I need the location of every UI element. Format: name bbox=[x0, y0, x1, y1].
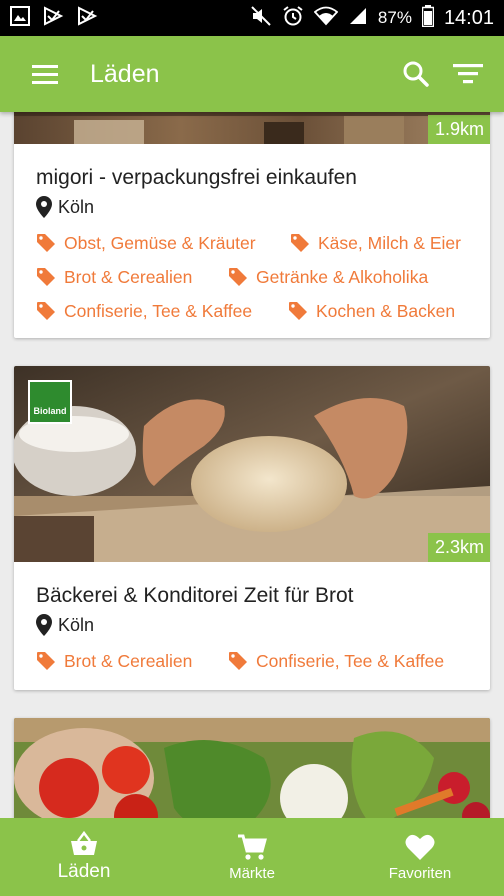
category-tag[interactable]: Brot & Cerealien bbox=[36, 260, 228, 294]
bioland-badge: Bioland bbox=[28, 380, 72, 424]
store-image: 1.9km bbox=[14, 112, 490, 144]
hamburger-menu-icon bbox=[32, 65, 58, 84]
signal-icon bbox=[348, 6, 368, 31]
bioland-logo: Bioland bbox=[30, 382, 70, 422]
nav-label: Läden bbox=[57, 861, 111, 882]
category-tag-label: Confiserie, Tee & Kaffee bbox=[256, 650, 445, 671]
status-bar: 87% 14:01 bbox=[0, 0, 504, 36]
shopping-cart-icon bbox=[238, 834, 267, 860]
tag-icon bbox=[291, 234, 309, 252]
wifi-icon bbox=[313, 6, 339, 31]
tag-icon bbox=[37, 268, 55, 286]
store-city: Köln bbox=[58, 196, 95, 217]
location-pin-icon bbox=[36, 196, 52, 218]
search-icon bbox=[403, 61, 429, 87]
category-tag-label: Brot & Cerealien bbox=[64, 266, 193, 287]
play-notification-icon bbox=[76, 5, 98, 31]
clock: 14:01 bbox=[443, 6, 494, 29]
filter-icon bbox=[453, 64, 483, 84]
category-tag[interactable]: Confiserie, Tee & Kaffee bbox=[36, 294, 288, 328]
tag-icon bbox=[37, 234, 55, 252]
battery-icon bbox=[421, 4, 435, 32]
category-tag-label: Kochen & Backen bbox=[316, 300, 456, 321]
location-pin-icon bbox=[36, 614, 52, 636]
nav-label: Favoriten bbox=[388, 864, 452, 882]
tag-icon bbox=[289, 302, 307, 320]
category-tag[interactable]: Kochen & Backen bbox=[288, 294, 455, 328]
nav-item-laeden[interactable]: Läden bbox=[0, 818, 168, 896]
store-city: Köln bbox=[58, 614, 95, 635]
battery-percent: 87% bbox=[377, 8, 412, 27]
heart-icon bbox=[405, 834, 435, 860]
category-tag-label: Confiserie, Tee & Kaffee bbox=[64, 300, 253, 321]
distance-badge: 2.3km bbox=[427, 533, 490, 562]
category-tag-label: Brot & Cerealien bbox=[64, 650, 193, 671]
store-name: migori - verpackungsfrei einkaufen bbox=[36, 166, 357, 189]
play-notification-icon bbox=[42, 5, 64, 31]
category-tags: Obst, Gemüse & Kräuter Käse, Milch & Eie… bbox=[36, 226, 468, 328]
filter-button[interactable] bbox=[442, 36, 494, 112]
category-tag[interactable]: Brot & Cerealien bbox=[36, 644, 228, 678]
tag-icon bbox=[229, 268, 247, 286]
category-tag-label: Käse, Milch & Eier bbox=[318, 232, 461, 253]
mute-icon bbox=[250, 5, 272, 32]
nav-item-favoriten[interactable]: Favoriten bbox=[336, 818, 504, 896]
category-tag[interactable]: Käse, Milch & Eier bbox=[290, 226, 461, 260]
page-title: Läden bbox=[90, 59, 160, 88]
store-name: Bäckerei & Konditorei Zeit für Brot bbox=[36, 584, 354, 607]
tag-icon bbox=[229, 652, 247, 670]
store-location: Köln bbox=[36, 614, 468, 636]
store-card[interactable] bbox=[14, 718, 490, 818]
category-tag[interactable]: Confiserie, Tee & Kaffee bbox=[228, 644, 444, 678]
store-location: Köln bbox=[36, 196, 468, 218]
distance-badge: 1.9km bbox=[427, 115, 490, 144]
category-tags: Brot & Cerealien Confiserie, Tee & Kaffe… bbox=[36, 644, 468, 678]
menu-button[interactable] bbox=[0, 36, 90, 112]
category-tag[interactable]: Obst, Gemüse & Kräuter bbox=[36, 226, 290, 260]
store-image bbox=[14, 718, 490, 818]
category-tag[interactable]: Getränke & Alkoholika bbox=[228, 260, 428, 294]
tag-icon bbox=[37, 302, 55, 320]
store-card[interactable]: Bioland 2.3km Bäckerei & Konditorei Zeit… bbox=[14, 366, 490, 690]
search-button[interactable] bbox=[390, 36, 442, 112]
alarm-icon bbox=[282, 5, 304, 32]
store-list[interactable]: 1.9km migori - verpackungsfrei einkaufen… bbox=[0, 112, 504, 818]
app-bar: Läden bbox=[0, 36, 504, 112]
bottom-navigation: Läden Märkte Favoriten bbox=[0, 818, 504, 896]
tag-icon bbox=[37, 652, 55, 670]
gallery-notification-icon bbox=[10, 5, 30, 31]
store-card[interactable]: 1.9km migori - verpackungsfrei einkaufen… bbox=[14, 112, 490, 338]
basket-icon bbox=[71, 831, 97, 855]
nav-label: Märkte bbox=[229, 864, 275, 882]
category-tag-label: Getränke & Alkoholika bbox=[256, 266, 429, 287]
category-tag-label: Obst, Gemüse & Kräuter bbox=[64, 232, 256, 253]
store-image: Bioland 2.3km bbox=[14, 366, 490, 562]
nav-item-maerkte[interactable]: Märkte bbox=[168, 818, 336, 896]
